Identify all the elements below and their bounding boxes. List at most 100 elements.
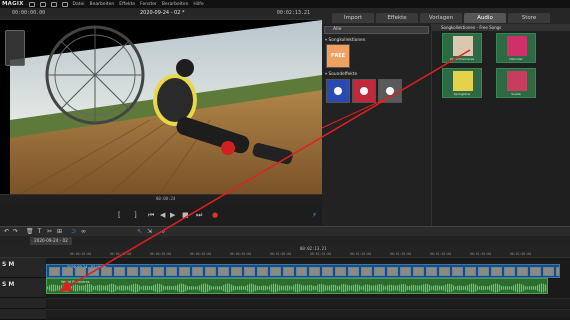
mark-out-button[interactable]: ]	[134, 210, 137, 220]
download-icon[interactable]	[386, 87, 394, 95]
waveform-bar	[509, 286, 511, 290]
menu-process[interactable]: Berarbeiten	[162, 2, 189, 7]
audio-clip[interactable]: World Premieres	[46, 278, 548, 294]
waveform-bar	[389, 284, 391, 292]
transport-controls: [ ] ⏮ ◀ ▶ ■ ⏭ ● ⚡	[0, 204, 322, 226]
empty-track[interactable]	[46, 309, 570, 317]
record-button[interactable]: ●	[212, 210, 218, 220]
waveform-bar	[401, 284, 403, 292]
song-collection-panel: Songkollektionen - Free Songs World Prem…	[432, 24, 570, 226]
waveform-bar	[117, 286, 119, 290]
waveform-bar	[503, 286, 505, 290]
empty-track[interactable]	[46, 298, 570, 306]
tab-store[interactable]: Store	[508, 13, 550, 23]
tab-templates[interactable]: Vorlagen	[420, 13, 462, 23]
waveform-bar	[359, 285, 361, 291]
tab-audio[interactable]: Audio	[464, 13, 506, 23]
album-tile[interactable]: Springtime	[442, 68, 482, 98]
quick-action-icon[interactable]: ⚡	[312, 210, 317, 220]
cut-icon[interactable]: ✂	[46, 228, 53, 235]
sfx-pack-2-tile[interactable]	[352, 79, 376, 103]
waveform-bar	[375, 285, 377, 291]
free-songs-tile[interactable]: FREE	[326, 44, 350, 68]
delete-icon[interactable]: 🗑	[26, 228, 34, 235]
waveform-bar	[399, 284, 401, 292]
text-icon[interactable]: T	[36, 228, 43, 235]
previous-frame-button[interactable]: ◀	[160, 210, 165, 220]
new-file-icon[interactable]	[28, 1, 35, 7]
waveform-bar	[103, 285, 105, 291]
waveform-bar	[215, 286, 217, 290]
tab-import[interactable]: Import	[332, 13, 374, 23]
project-title[interactable]: 2020-09-24 - 02 *	[140, 10, 185, 16]
insert-icon[interactable]: ⊞	[56, 228, 63, 235]
waveform-bar	[367, 284, 369, 292]
solo-mute-buttons[interactable]: S M	[2, 281, 14, 288]
waveform-bar	[67, 284, 69, 292]
section-sound-effects[interactable]: Soundeffekte	[325, 72, 358, 77]
range-tool-icon[interactable]: ⇲	[146, 228, 153, 235]
sfx-pack-1-tile[interactable]	[326, 79, 350, 103]
tab-effects[interactable]: Effekte	[376, 13, 418, 23]
waveform-bar	[49, 285, 51, 291]
redo-icon[interactable]: ↷	[12, 228, 19, 235]
track-header-2[interactable]: S M	[0, 278, 46, 298]
export-icon[interactable]	[61, 1, 68, 7]
zoom-pan-widget[interactable]	[5, 30, 25, 66]
album-tile[interactable]: World Premieres	[442, 33, 482, 63]
to-start-button[interactable]: ⏮	[148, 210, 154, 220]
waveform-bar	[349, 285, 351, 291]
menu-window[interactable]: Fenster	[140, 2, 157, 7]
video-thumbnail	[348, 267, 359, 276]
menu-edit[interactable]: Bearbeiten	[90, 2, 115, 7]
menu-file[interactable]: Datei	[73, 2, 85, 7]
menu-help[interactable]: Hilfe	[193, 2, 203, 7]
open-file-icon[interactable]	[39, 1, 46, 7]
download-icon[interactable]	[334, 87, 342, 95]
waveform-bar	[155, 284, 157, 292]
zoom-icon[interactable]: ⌕	[160, 228, 167, 235]
waveform-bar	[517, 283, 519, 293]
section-song-collections[interactable]: Songkollektionen	[325, 38, 366, 43]
waveform-bar	[211, 286, 213, 290]
track-header-3[interactable]	[0, 298, 46, 309]
mark-in-button[interactable]: [	[118, 210, 121, 220]
tab-project[interactable]: 2020-09-24 - 02	[30, 237, 72, 245]
undo-icon[interactable]: ↶	[3, 228, 10, 235]
waveform-bar	[387, 285, 389, 291]
waveform-bar	[75, 284, 77, 292]
album-tile[interactable]: Suede	[496, 68, 536, 98]
waveform-bar	[435, 285, 437, 291]
pointer-tool-icon[interactable]: ↖	[136, 228, 143, 235]
track-header-1[interactable]: S M	[0, 258, 46, 278]
waveform-bar	[265, 285, 267, 291]
preview-ruler[interactable]: 00:00:24	[0, 194, 322, 204]
waveform-bar	[523, 285, 525, 291]
save-file-icon[interactable]	[50, 1, 57, 7]
play-button[interactable]: ▶	[170, 210, 175, 220]
to-end-button[interactable]: ⏭	[196, 210, 202, 220]
magnet-icon[interactable]: ⊃	[70, 228, 77, 235]
waveform-bar	[439, 285, 441, 291]
waveform-bar	[53, 284, 55, 292]
solo-mute-buttons[interactable]: S M	[2, 261, 14, 268]
menu-effects[interactable]: Effekte	[119, 2, 135, 7]
sfx-pack-3-tile[interactable]	[378, 79, 402, 103]
waveform-bar	[407, 285, 409, 291]
video-preview[interactable]	[0, 20, 322, 194]
album-tile[interactable]: Hellroller	[496, 33, 536, 63]
download-icon[interactable]	[360, 87, 368, 95]
preview-ruler-timecode: 00:00:24	[156, 196, 176, 201]
waveform-bar	[339, 285, 341, 291]
filter-dropdown[interactable]: Alle	[324, 26, 429, 34]
waveform-bar	[417, 285, 419, 291]
link-icon[interactable]: ∞	[80, 228, 87, 235]
waveform-bar	[475, 284, 477, 292]
album-cover	[453, 36, 473, 56]
video-clip[interactable]: 2020-09-24 - 02 Video	[46, 264, 560, 278]
stop-button[interactable]: ■	[182, 210, 189, 220]
track-header-4[interactable]	[0, 309, 46, 320]
waveform-bar	[73, 285, 75, 291]
timeline-ruler[interactable]: 00:02:13.21 00:00:10:00 00:00:20:00 00:0…	[0, 245, 570, 258]
waveform-bar	[489, 285, 491, 291]
